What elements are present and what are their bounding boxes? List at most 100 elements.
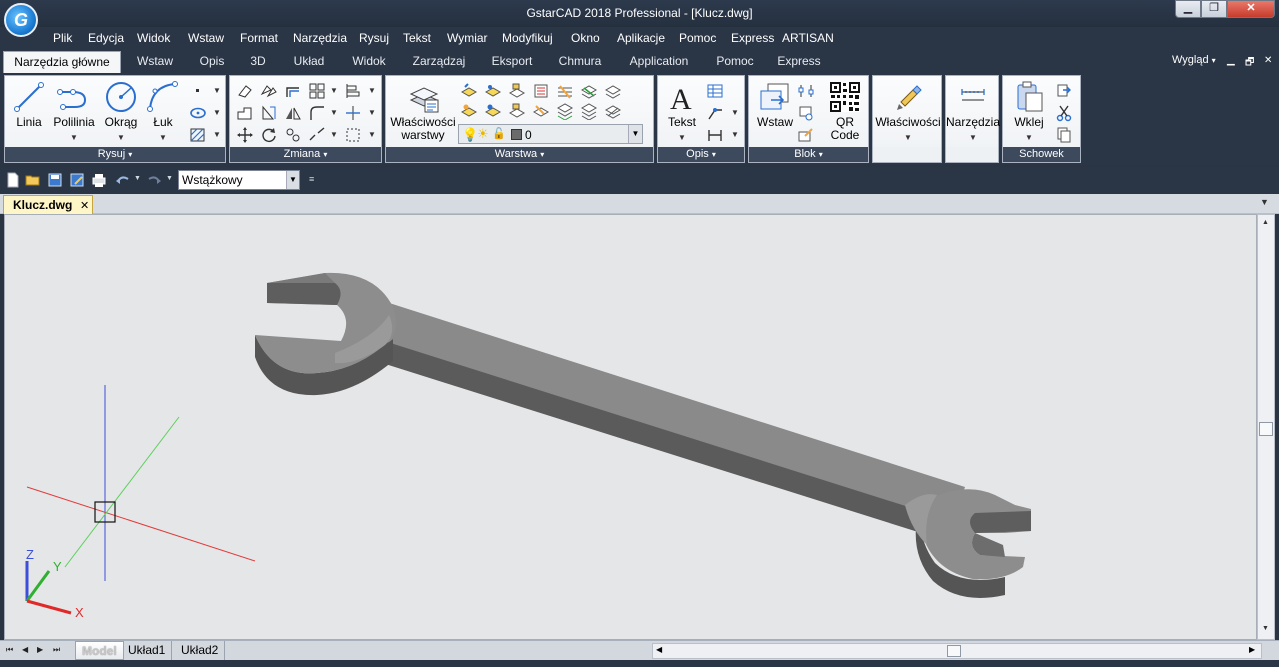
linia-tool[interactable]: Linia <box>11 80 47 129</box>
menu-format[interactable]: Format <box>240 31 278 45</box>
cut-icon[interactable] <box>1055 104 1073 122</box>
edit-attribute-icon[interactable] <box>797 126 815 144</box>
menu-plik[interactable]: Plik <box>53 31 72 45</box>
blok-panel-label[interactable]: Blok ▾ <box>749 147 868 162</box>
offset-icon[interactable] <box>284 82 302 100</box>
trim-icon[interactable] <box>344 104 362 122</box>
menu-artisan[interactable]: ARTISAN <box>782 31 834 45</box>
layer-merge-icon[interactable] <box>580 82 598 100</box>
layout-tab-uklad2[interactable]: Układ2 <box>175 641 226 660</box>
doc-tab-close-icon[interactable]: ✕ <box>80 199 89 212</box>
block-editor-icon[interactable] <box>797 82 815 100</box>
open-file-icon[interactable] <box>25 172 41 188</box>
mirror-icon[interactable] <box>284 104 302 122</box>
array-caret-icon[interactable]: ▼ <box>330 86 338 95</box>
explode-caret-icon[interactable]: ▼ <box>368 130 376 139</box>
menu-wymiar[interactable]: Wymiar <box>447 31 488 45</box>
menu-okno[interactable]: Okno <box>571 31 600 45</box>
save-as-icon[interactable] <box>69 172 85 188</box>
tab-express[interactable]: Express <box>770 51 828 73</box>
narzedzia-tool[interactable]: Narzędzia ▼ <box>946 80 1000 143</box>
layout-tab-model[interactable]: Model <box>75 641 124 660</box>
vertical-scrollbar[interactable]: ▲ ▼ <box>1257 214 1275 640</box>
stretch-icon[interactable] <box>236 104 254 122</box>
workspace-select[interactable]: Wstążkowy ▼ <box>178 170 300 190</box>
new-file-icon[interactable] <box>5 172 21 188</box>
qr-code-tool[interactable]: QR Code <box>825 80 865 142</box>
create-block-icon[interactable] <box>797 104 815 122</box>
prev-layout-icon[interactable]: ◀ <box>22 645 28 654</box>
hatch-icon[interactable] <box>189 126 207 144</box>
scroll-left-arrow-icon[interactable]: ◀ <box>656 645 662 654</box>
save-icon[interactable] <box>47 172 63 188</box>
layer-freeze-icon[interactable] <box>604 102 622 120</box>
menu-edycja[interactable]: Edycja <box>88 31 124 45</box>
close-button[interactable]: ✕ <box>1227 0 1275 18</box>
break-caret-icon[interactable]: ▼ <box>330 130 338 139</box>
tab-pomoc[interactable]: Pomoc <box>709 51 761 73</box>
menu-tekst[interactable]: Tekst <box>403 31 431 45</box>
first-layout-icon[interactable]: ⏮ <box>6 645 13 655</box>
layer-previous-icon[interactable] <box>580 102 598 121</box>
rysuj-panel-label[interactable]: Rysuj ▾ <box>5 147 225 162</box>
wlasciwosci-tool[interactable]: Właściwości ▼ <box>875 80 941 143</box>
app-logo-icon[interactable]: G <box>4 3 38 37</box>
wklej-tool[interactable]: Wklej ▼ <box>1007 80 1051 143</box>
leader-caret-icon[interactable]: ▼ <box>731 108 739 117</box>
tab-chmura[interactable]: Chmura <box>551 51 609 73</box>
drawing-canvas[interactable]: Z Y X <box>4 214 1257 640</box>
scroll-down-arrow-icon[interactable]: ▼ <box>1262 625 1269 632</box>
print-icon[interactable] <box>91 172 107 188</box>
menu-narzedzia[interactable]: Narzędzia <box>293 31 347 45</box>
layer-walk-icon[interactable] <box>556 82 574 100</box>
last-layout-icon[interactable]: ⏭ <box>53 645 60 655</box>
tab-opis[interactable]: Opis <box>190 51 234 73</box>
fillet-caret-icon[interactable]: ▼ <box>330 108 338 117</box>
zmiana-panel-label[interactable]: Zmiana ▾ <box>230 147 381 162</box>
menu-rysuj[interactable]: Rysuj <box>359 31 389 45</box>
trim-caret-icon[interactable]: ▼ <box>368 108 376 117</box>
scroll-right-arrow-icon[interactable]: ▶ <box>1249 645 1255 654</box>
scale-icon[interactable] <box>260 104 278 122</box>
ellipse-icon[interactable] <box>189 104 207 122</box>
tab-wstaw[interactable]: Wstaw <box>127 51 183 73</box>
menu-wstaw[interactable]: Wstaw <box>188 31 224 45</box>
horizontal-scroll-thumb[interactable] <box>947 645 961 657</box>
ribbon-restore-icon[interactable]: 🗗 <box>1245 55 1254 72</box>
erase-icon[interactable] <box>236 82 254 100</box>
rysuj-more-caret-icon-2[interactable]: ▼ <box>213 108 221 117</box>
luk-tool[interactable]: Łuk ▼ <box>145 80 181 143</box>
layer-unisolate-icon[interactable] <box>484 102 502 120</box>
layer-properties-tool[interactable]: Właściwości warstwy <box>390 80 458 142</box>
menu-widok[interactable]: Widok <box>137 31 170 45</box>
layer-select[interactable]: 💡 ☀ 🔓 0 ▼ <box>458 124 643 144</box>
copy-icon[interactable] <box>1055 126 1073 144</box>
align-icon[interactable] <box>344 82 362 100</box>
horizontal-scrollbar[interactable]: ◀ ▶ <box>652 643 1262 659</box>
menu-express[interactable]: Express <box>731 31 774 45</box>
tab-narzedzia-glowne[interactable]: Narzędzia główne <box>3 51 121 73</box>
workspace-dropdown-arrow-icon[interactable]: ▼ <box>286 171 299 189</box>
dimension-icon[interactable] <box>706 126 724 144</box>
leader-icon[interactable] <box>706 104 724 122</box>
tab-widok[interactable]: Widok <box>342 51 396 73</box>
redo-icon[interactable] <box>146 172 162 188</box>
layer-unlock-icon[interactable] <box>508 102 526 120</box>
doc-tab-klucz[interactable]: Klucz.dwg ✕ <box>3 195 93 214</box>
layer-state-icon-2[interactable] <box>484 82 502 100</box>
array-icon[interactable] <box>308 82 326 100</box>
break-icon[interactable] <box>308 126 326 144</box>
layer-change-icon[interactable] <box>532 102 550 120</box>
align-caret-icon[interactable]: ▼ <box>368 86 376 95</box>
move-icon[interactable] <box>236 126 254 144</box>
minimize-button[interactable]: ▁ <box>1175 0 1201 18</box>
ribbon-close-icon[interactable]: ✕ <box>1264 55 1272 66</box>
undo-caret-icon[interactable]: ▼ <box>134 175 141 182</box>
point-icon[interactable] <box>189 82 207 100</box>
ribbon-minimize-icon[interactable]: ▁ <box>1227 55 1235 66</box>
layer-isolate-icon[interactable] <box>460 102 478 120</box>
scroll-up-arrow-icon[interactable]: ▲ <box>1262 219 1269 226</box>
qat-customize-icon[interactable]: ≡ <box>309 174 314 184</box>
tab-eksport[interactable]: Eksport <box>482 51 542 73</box>
doc-list-caret-icon[interactable]: ▼ <box>1260 197 1269 207</box>
